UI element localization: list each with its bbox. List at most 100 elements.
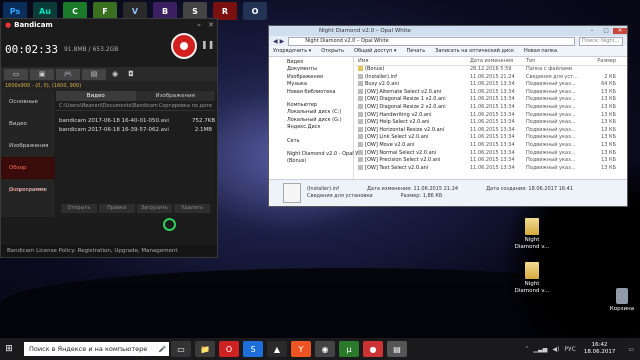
file-type: Папка с файлами — [526, 66, 572, 72]
command-button[interactable]: Печать — [406, 48, 425, 54]
command-button[interactable]: Общий доступ ▾ — [354, 48, 396, 54]
command-button[interactable]: Упорядочить ▾ — [273, 48, 311, 54]
maximize-button[interactable]: □ — [599, 28, 613, 34]
task-view-icon[interactable]: ▭ — [171, 341, 191, 357]
fullscreen-mode-icon[interactable]: ▣ — [30, 68, 54, 80]
tab-video[interactable]: Видео — [56, 91, 136, 101]
utorrent-icon[interactable]: μ — [339, 341, 359, 357]
taskbar-clock[interactable]: 16:42 18.06.2017 — [584, 342, 616, 356]
search-input[interactable]: Поиск: Night... — [579, 36, 623, 46]
back-icon[interactable]: ◀ — [273, 38, 278, 45]
nav-item[interactable]: Изображения — [269, 74, 353, 81]
desktop-icon-folder[interactable]: Night Diamond v... — [512, 218, 552, 250]
record-button[interactable] — [171, 33, 197, 59]
nav-item[interactable]: Музыка — [269, 81, 353, 88]
explorer-window-taskbar-icon[interactable]: ▤ — [387, 341, 407, 357]
nav-item[interactable]: Документы — [269, 66, 353, 73]
desktop-icon-recycle-bin[interactable]: Корзина — [602, 288, 640, 313]
forward-icon[interactable]: ▶ — [280, 38, 285, 45]
file-row[interactable]: Busy v2.0.ani 11.06.2015 13:34 Подвижный у… — [355, 81, 627, 89]
desktop-icon-label: Night Diamond v... — [514, 237, 550, 250]
file-type: Подвижный указ... — [526, 81, 576, 88]
file-name-cell: [OW] Normal Select v2.0.ani — [355, 149, 470, 158]
nav-item[interactable]: Сеть — [269, 138, 353, 145]
address-bar[interactable]: Night Diamond v2.0 – Opal White — [288, 36, 575, 46]
column-date[interactable]: Дата изменения — [470, 57, 526, 65]
column-size[interactable]: Размер — [586, 57, 616, 65]
file-row[interactable]: [OW] Diagonal Resize 1 v2.0.ani 11.06.201… — [355, 96, 627, 104]
skype-icon[interactable]: S — [243, 341, 263, 357]
recycle-bin-icon — [616, 288, 628, 304]
command-button[interactable]: Открыть — [321, 48, 344, 54]
network-icon[interactable]: ▁▃▅ — [534, 346, 548, 353]
file-row[interactable]: [OW] Text Select v2.0.ani 11.06.2015 13:3… — [355, 164, 627, 173]
bandicam-taskbar-icon[interactable]: ● — [363, 341, 383, 357]
sidebar-item[interactable]: Изображения — [1, 135, 55, 157]
game-mode-icon[interactable]: 🎮 — [56, 68, 80, 80]
device-mode-icon[interactable]: ▤ — [82, 68, 106, 80]
nav-item[interactable]: (Bonus) — [269, 158, 353, 165]
nav-item[interactable]: Новая библиотека — [269, 89, 353, 96]
nav-item[interactable]: Локальный диск (C:) — [269, 109, 353, 116]
desktop-shortcut-icon[interactable]: O — [243, 2, 267, 20]
explorer-taskbar-icon[interactable]: 📁 — [195, 341, 215, 357]
nav-item[interactable]: Видео — [269, 59, 353, 66]
minimize-button[interactable]: – — [193, 21, 205, 29]
pause-button[interactable]: ❚❚ — [201, 40, 214, 49]
microphone-icon[interactable]: 🎤 — [159, 346, 166, 353]
desktop-icon-folder[interactable]: Night Diamond v... — [512, 262, 552, 294]
yandex-browser-icon[interactable]: Y — [291, 341, 311, 357]
taskbar-search[interactable]: Поиск в Яндексе и на компьютере 🎤 — [24, 342, 169, 356]
camera-icon[interactable]: ◘ — [124, 69, 138, 80]
file-row[interactable]: (Bonus) 28.12.2016 5:59 Папка с файлами — [355, 66, 627, 74]
media-player-icon[interactable]: ◉ — [315, 341, 335, 357]
vlc-icon[interactable]: ▲ — [267, 341, 287, 357]
taskbar-search-text: Поиск в Яндексе и на компьютере — [29, 345, 148, 353]
explorer-titlebar[interactable]: Night Diamond v2.0 – Opal White – □ ✕ — [269, 26, 627, 36]
start-button[interactable]: ⊞ — [0, 338, 18, 360]
file-row[interactable]: [OW] Help Select v2.0.ani 11.06.2015 13:3… — [355, 119, 627, 127]
sidebar-item[interactable]: О программе — [1, 179, 55, 201]
file-row[interactable]: [OW] Handwriting v2.0.ani 11.06.2015 13:3… — [355, 111, 627, 120]
column-type[interactable]: Тип — [526, 57, 586, 65]
minimize-button[interactable]: – — [585, 28, 599, 34]
license-footer[interactable]: Bandicam License Policy: Registration, U… — [1, 245, 217, 257]
nav-item[interactable]: Локальный диск (G:) — [269, 117, 353, 124]
file-row[interactable]: [OW] Diagonal Resize 2 v2.0.ani 11.06.201… — [355, 103, 627, 112]
file-row[interactable]: (Installer).inf 11.06.2015 21:24 Сведения … — [355, 73, 627, 82]
webcam-icon[interactable]: ◉ — [108, 69, 122, 80]
close-button[interactable]: ✕ — [613, 28, 627, 34]
file-row[interactable]: [OW] Precision Select v2.0.ani 11.06.2015… — [355, 157, 627, 165]
open-button[interactable]: Открыть — [61, 204, 97, 213]
sidebar-item[interactable]: Видео — [1, 113, 55, 135]
opera-icon[interactable]: O — [219, 341, 239, 357]
edit-button[interactable]: Правка — [98, 204, 135, 213]
tray-arrow-icon[interactable]: ˄ — [526, 346, 529, 353]
column-name[interactable]: Имя — [355, 57, 470, 65]
recorded-file-row[interactable]: bandicam 2017-06-18 16-40-01-050.avi 752.… — [59, 117, 215, 126]
sort-dropdown[interactable]: Сортировка по дате — [159, 103, 212, 109]
file-row[interactable]: [OW] Alternate Select v2.0.ani 11.06.2015… — [355, 88, 627, 97]
upload-button[interactable]: Загрузить — [136, 204, 173, 213]
delete-button[interactable]: Удалить — [174, 204, 210, 213]
file-row[interactable]: [OW] Horizontal Resize v2.0.ani 11.06.201… — [355, 126, 627, 135]
nav-item[interactable]: Night Diamond v2.0 - Opal Wh — [269, 151, 363, 158]
command-button[interactable]: Новая папка — [524, 48, 557, 54]
file-name: [OW] Alternate Select v2.0.ani — [365, 88, 442, 95]
language-indicator[interactable]: РУС — [564, 346, 575, 353]
volume-icon[interactable]: ◀) — [552, 346, 559, 353]
tab-images[interactable]: Изображения — [135, 91, 215, 101]
recorded-file-row[interactable]: bandicam 2017-06-18 16-39-57-062.avi 2.1M… — [59, 126, 212, 135]
navigation-pane: Видео Документы Изображения Музыка Новая биб… — [269, 57, 363, 180]
file-row[interactable]: [OW] Move v2.0.ani 11.06.2015 13:34 Подвиж… — [355, 141, 627, 150]
bandicam-titlebar[interactable]: ● Bandicam – ✕ — [1, 19, 217, 31]
command-button[interactable]: Записать на оптический диск — [435, 48, 514, 54]
file-row[interactable]: [OW] Normal Select v2.0.ani 11.06.2015 13… — [355, 149, 627, 158]
rectangle-mode-icon[interactable]: ▭ — [4, 68, 28, 80]
file-row[interactable]: [OW] Link Select v2.0.ani 11.06.2015 13:3… — [355, 134, 627, 142]
nav-item[interactable]: Яндекс.Диск — [269, 124, 353, 131]
close-button[interactable]: ✕ — [205, 21, 217, 29]
sidebar-item[interactable]: Обзор результатов — [1, 157, 55, 193]
sidebar-item[interactable]: Основные — [1, 91, 55, 113]
notifications-icon[interactable]: ▭ — [628, 346, 634, 353]
